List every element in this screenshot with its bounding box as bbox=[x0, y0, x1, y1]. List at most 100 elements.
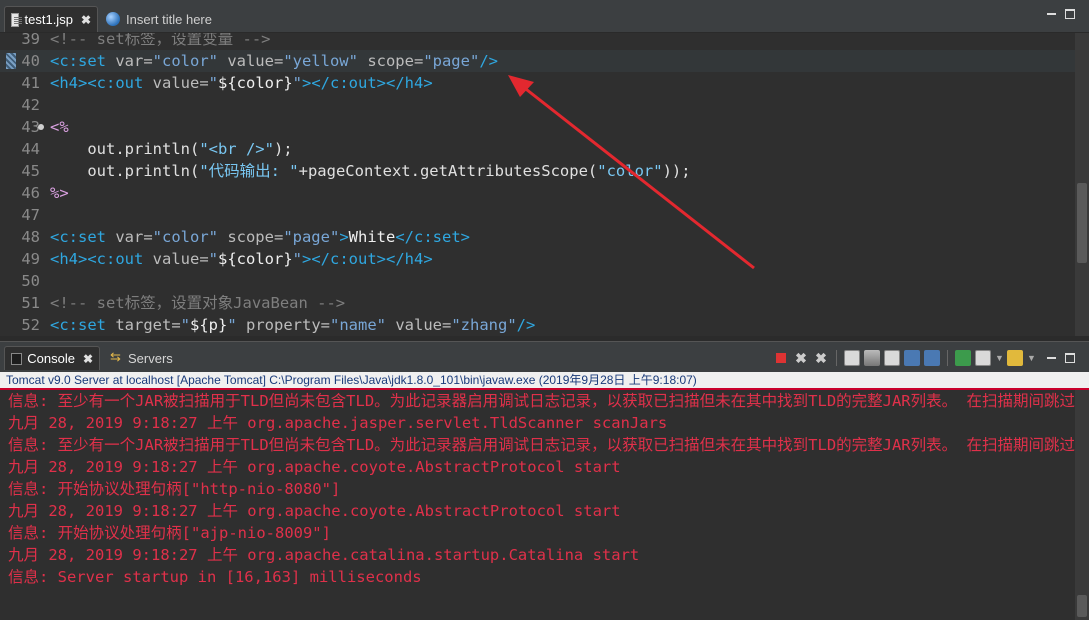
code-text: <!-- set标签，设置对象JavaBean --> bbox=[50, 292, 345, 314]
code-token: out.println( bbox=[50, 140, 200, 158]
code-line[interactable]: 46 %> bbox=[0, 182, 1075, 204]
line-number: 49 bbox=[21, 250, 40, 268]
code-token: <!-- set标签，设置变量 --> bbox=[50, 33, 271, 48]
code-token: <h4><c:out bbox=[50, 250, 153, 268]
code-line[interactable]: 45 out.println("代码输出: "+pageContext.getA… bbox=[0, 160, 1075, 182]
word-wrap-icon[interactable] bbox=[884, 350, 900, 366]
code-token: </c:set> bbox=[395, 228, 470, 246]
tab-label: test1.jsp bbox=[24, 12, 73, 27]
code-token: "color" bbox=[597, 162, 663, 180]
code-token: value= bbox=[152, 250, 209, 268]
remove-all-terminated-icon[interactable]: ✖ bbox=[813, 350, 829, 366]
code-token: "name" bbox=[330, 316, 396, 334]
code-line[interactable]: 43 <% bbox=[0, 116, 1075, 138]
scroll-lock-icon[interactable] bbox=[864, 350, 880, 366]
code-token: )); bbox=[662, 162, 691, 180]
tab-test1-jsp[interactable]: test1.jsp ✖ bbox=[4, 6, 98, 32]
code-token: %> bbox=[50, 184, 69, 202]
code-token: scope= bbox=[227, 228, 284, 246]
code-line[interactable]: 51 <!-- set标签，设置对象JavaBean --> bbox=[0, 292, 1075, 314]
line-number: 42 bbox=[21, 96, 40, 114]
code-line[interactable]: 48 <c:set var="color" scope="page">White<… bbox=[0, 226, 1075, 248]
line-number: 41 bbox=[21, 74, 40, 92]
console-scroll-thumb[interactable] bbox=[1077, 595, 1087, 617]
open-console-icon[interactable] bbox=[1007, 350, 1023, 366]
code-editor[interactable]: 39 <!-- set标签，设置变量 --> 40 <c:set var="color… bbox=[0, 33, 1089, 336]
code-token: " bbox=[180, 316, 190, 334]
code-token: <c:set bbox=[50, 228, 116, 246]
console-output[interactable]: 信息: 至少有一个JAR被扫描用于TLD但尚未包含TLD。为此记录器启用调试日志… bbox=[0, 390, 1075, 620]
tab-label: Servers bbox=[128, 350, 173, 366]
editor-vertical-scrollbar[interactable] bbox=[1075, 33, 1089, 336]
code-text: <h4><c:out value="${color}"></c:out></h4… bbox=[50, 248, 433, 270]
code-token: "color" bbox=[152, 228, 228, 246]
code-token: " bbox=[227, 316, 246, 334]
line-number: 39 bbox=[21, 33, 40, 48]
code-line[interactable]: 44 out.println("<br />"); bbox=[0, 138, 1075, 160]
console-icon bbox=[11, 352, 23, 365]
code-token: "zhang" bbox=[451, 316, 517, 334]
minimize-console-button[interactable] bbox=[1047, 353, 1057, 363]
clear-console-icon[interactable] bbox=[844, 350, 860, 366]
show-on-stdout-icon[interactable] bbox=[904, 350, 920, 366]
servers-icon bbox=[110, 349, 124, 365]
code-token: " bbox=[292, 250, 302, 268]
code-token: /> bbox=[516, 316, 536, 334]
close-tab-icon[interactable]: ✖ bbox=[83, 352, 93, 366]
display-selected-console-icon[interactable] bbox=[975, 350, 991, 366]
console-log-line: 九月 28, 2019 9:18:27 上午 org.apache.jasper… bbox=[8, 414, 668, 432]
code-token: <c:set bbox=[50, 52, 116, 70]
remove-launch-icon[interactable]: ✖ bbox=[793, 350, 809, 366]
code-line[interactable]: 50 bbox=[0, 270, 1075, 292]
code-token: var= bbox=[115, 228, 153, 246]
code-token: "page" bbox=[283, 228, 340, 246]
code-line[interactable]: 40 <c:set var="color" value="yellow" scop… bbox=[0, 50, 1075, 72]
editor-scroll-thumb[interactable] bbox=[1077, 183, 1087, 263]
toolbar-divider bbox=[947, 350, 948, 366]
console-log-line: 信息: Server startup in [16,163] milliseco… bbox=[8, 568, 422, 586]
chevron-down-icon[interactable]: ▼ bbox=[1027, 353, 1036, 363]
code-line[interactable]: 52 <c:set target="${p}" property="name" v… bbox=[0, 314, 1075, 336]
close-tab-icon[interactable]: ✖ bbox=[81, 13, 91, 27]
console-log-line: 九月 28, 2019 9:18:27 上午 org.apache.catali… bbox=[8, 546, 640, 564]
code-token: White bbox=[348, 228, 396, 246]
code-line[interactable]: 39 <!-- set标签，设置变量 --> bbox=[0, 33, 1075, 50]
code-token: "<br />" bbox=[199, 140, 274, 158]
line-number: 43 bbox=[21, 118, 40, 136]
code-text: <c:set var="color" value="yellow" scope=… bbox=[50, 50, 498, 72]
code-token: "代码输出: " bbox=[199, 162, 299, 180]
code-text: out.println("代码输出: "+pageContext.getAttr… bbox=[50, 160, 691, 182]
console-process-label: Tomcat v9.0 Server at localhost [Apache … bbox=[0, 372, 1089, 388]
code-token: /> bbox=[479, 52, 498, 70]
code-token: " bbox=[208, 74, 218, 92]
pin-console-icon[interactable] bbox=[955, 350, 971, 366]
line-number: 51 bbox=[21, 294, 40, 312]
code-line[interactable]: 41 <h4><c:out value="${color}"></c:out></… bbox=[0, 72, 1075, 94]
code-line[interactable]: 47 bbox=[0, 204, 1075, 226]
console-log-line: 信息: 至少有一个JAR被扫描用于TLD但尚未包含TLD。为此记录器启用调试日志… bbox=[8, 436, 1075, 454]
maximize-editor-button[interactable] bbox=[1065, 9, 1075, 19]
code-token: " bbox=[208, 250, 218, 268]
code-line[interactable]: 49 <h4><c:out value="${color}"></c:out></… bbox=[0, 248, 1075, 270]
code-token: out.println( bbox=[50, 162, 200, 180]
tab-servers[interactable]: Servers bbox=[104, 346, 184, 370]
maximize-console-button[interactable] bbox=[1065, 353, 1075, 363]
code-token: value= bbox=[152, 74, 209, 92]
tab-label: Console bbox=[27, 351, 75, 366]
code-text: <!-- set标签，设置变量 --> bbox=[50, 33, 270, 50]
code-token: value= bbox=[395, 316, 452, 334]
terminate-icon[interactable] bbox=[773, 350, 789, 366]
code-token: "page" bbox=[423, 52, 480, 70]
console-vertical-scrollbar[interactable] bbox=[1075, 390, 1089, 620]
tab-insert-title-here[interactable]: Insert title here bbox=[100, 6, 250, 32]
minimize-editor-button[interactable] bbox=[1047, 9, 1057, 19]
code-token: " bbox=[292, 74, 302, 92]
tab-console[interactable]: Console ✖ bbox=[4, 346, 100, 370]
code-line[interactable]: 42 bbox=[0, 94, 1075, 116]
show-on-stderr-icon[interactable] bbox=[924, 350, 940, 366]
code-token: ${p} bbox=[190, 316, 228, 334]
fold-toggle-icon[interactable] bbox=[38, 124, 44, 130]
code-token: value= bbox=[227, 52, 284, 70]
code-token: property= bbox=[246, 316, 330, 334]
chevron-down-icon[interactable]: ▼ bbox=[995, 353, 1004, 363]
